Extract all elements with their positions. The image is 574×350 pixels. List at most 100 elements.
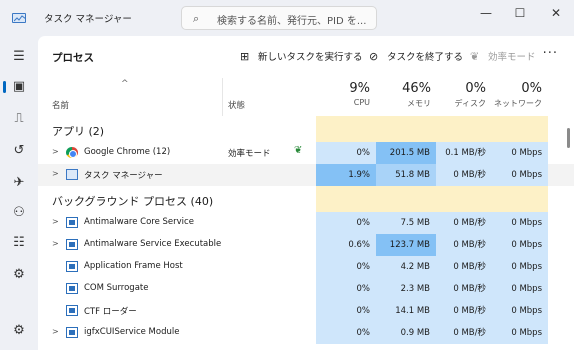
- processes-icon[interactable]: ▣: [3, 74, 32, 100]
- process-name: igfxCUIService Module: [84, 327, 180, 337]
- heat-cell: [316, 116, 376, 142]
- disk-cell: 0 MB/秒: [436, 234, 492, 256]
- hamburger-menu-icon[interactable]: ☰: [6, 44, 32, 70]
- memory-cell: 2.3 MB: [376, 278, 436, 300]
- table-row[interactable]: Application Frame Host 0% 4.2 MB 0 MB/秒 …: [38, 256, 574, 278]
- cpu-cell: 0%: [316, 322, 376, 344]
- group-title: バックグラウンド プロセス (40): [52, 195, 214, 208]
- search-box[interactable]: ⌕ 検索する名前、発行元、PID を...: [181, 6, 377, 30]
- task-manager-icon: [66, 169, 78, 180]
- network-cell: 0 Mbps: [492, 256, 548, 278]
- network-cell: 0 Mbps: [492, 234, 548, 256]
- group-apps[interactable]: アプリ (2): [38, 116, 574, 142]
- expand-chevron-icon[interactable]: >: [52, 147, 59, 156]
- chrome-icon: [66, 147, 78, 158]
- table-row[interactable]: > igfxCUIService Module 0% 0.9 MB 0 MB/秒…: [38, 322, 574, 344]
- new-task-button[interactable]: ⊞ 新しいタスクを実行する: [240, 49, 363, 63]
- network-cell: 0 Mbps: [492, 322, 548, 344]
- process-list: アプリ (2) > Google Chrome (12) 効率モード ❦ 0% …: [38, 116, 574, 344]
- minimize-button[interactable]: —: [468, 0, 504, 28]
- network-cell: 0 Mbps: [492, 164, 548, 186]
- memory-cell: 123.7 MB: [376, 234, 436, 256]
- process-name: タスク マネージャー: [84, 171, 163, 181]
- expand-chevron-icon[interactable]: >: [52, 169, 59, 178]
- column-memory[interactable]: 46% メモリ: [376, 81, 431, 109]
- memory-cell: 0.9 MB: [376, 322, 436, 344]
- end-task-icon: ⊘: [369, 50, 379, 63]
- cpu-cell: 0%: [316, 256, 376, 278]
- service-window-icon: [66, 261, 78, 272]
- table-row[interactable]: COM Surrogate 0% 2.3 MB 0 MB/秒 0 Mbps: [38, 278, 574, 300]
- memory-cell: 51.8 MB: [376, 164, 436, 186]
- process-status: 効率モード: [228, 149, 271, 159]
- service-window-icon: [66, 327, 78, 338]
- table-row[interactable]: CTF ローダー 0% 14.1 MB 0 MB/秒 0 Mbps: [38, 300, 574, 322]
- cpu-cell: 0%: [316, 142, 376, 164]
- table-row[interactable]: > タスク マネージャー 1.9% 51.8 MB 0 MB/秒 0 Mbps: [38, 164, 574, 186]
- column-header: ^ 名前 状態 9% CPU 46% メモリ 0% ディスク 0% ネットワーク: [38, 78, 574, 116]
- disk-cell: 0 MB/秒: [436, 212, 492, 234]
- more-options-button[interactable]: ···: [543, 46, 558, 61]
- details-icon[interactable]: ☷: [6, 230, 32, 256]
- services-icon[interactable]: ⚙: [6, 262, 32, 288]
- process-name: Google Chrome (12): [84, 147, 171, 157]
- column-divider: [222, 78, 223, 116]
- expand-chevron-icon[interactable]: >: [52, 217, 59, 226]
- table-row[interactable]: > Antimalware Core Service 0% 7.5 MB 0 M…: [38, 212, 574, 234]
- memory-cell: 14.1 MB: [376, 300, 436, 322]
- toolbar: プロセス ⊞ 新しいタスクを実行する ⊘ タスクを終了する ❦ 効率モード ···: [38, 36, 574, 78]
- close-button[interactable]: ✕: [538, 0, 574, 28]
- network-cell: 0 Mbps: [492, 278, 548, 300]
- service-window-icon: [66, 239, 78, 250]
- heat-cell: [376, 116, 436, 142]
- process-name: COM Surrogate: [84, 283, 149, 293]
- disk-cell: 0 MB/秒: [436, 164, 492, 186]
- process-name: Antimalware Core Service: [84, 217, 194, 227]
- app-title: タスク マネージャー: [44, 14, 132, 25]
- settings-icon[interactable]: ⚙: [6, 318, 32, 344]
- memory-cell: 7.5 MB: [376, 212, 436, 234]
- disk-cell: 0 MB/秒: [436, 278, 492, 300]
- performance-icon[interactable]: ⎍: [6, 106, 32, 132]
- column-disk[interactable]: 0% ディスク: [436, 81, 486, 109]
- heat-cell: [316, 186, 376, 212]
- disk-cell: 0 MB/秒: [436, 300, 492, 322]
- history-icon[interactable]: ↺: [6, 138, 32, 164]
- search-placeholder[interactable]: 検索する名前、発行元、PID を...: [217, 12, 366, 27]
- processes-page: プロセス ⊞ 新しいタスクを実行する ⊘ タスクを終了する ❦ 効率モード ··· ^…: [38, 36, 574, 350]
- vertical-scrollbar[interactable]: [567, 128, 570, 148]
- heat-cell: [436, 116, 492, 142]
- column-name[interactable]: 名前: [52, 99, 69, 111]
- disk-cell: 0 MB/秒: [436, 322, 492, 344]
- startup-icon[interactable]: ✈: [6, 170, 32, 196]
- group-title: アプリ (2): [52, 125, 105, 138]
- sort-arrow-icon: ^: [121, 79, 129, 89]
- new-task-icon: ⊞: [240, 50, 250, 63]
- title-bar: タスク マネージャー ⌕ 検索する名前、発行元、PID を... — ☐ ✕: [0, 0, 574, 36]
- table-row[interactable]: > Google Chrome (12) 効率モード ❦ 0% 201.5 MB…: [38, 142, 574, 164]
- cpu-cell: 0%: [316, 212, 376, 234]
- expand-chevron-icon[interactable]: >: [52, 239, 59, 248]
- cpu-cell: 0%: [316, 278, 376, 300]
- process-name: CTF ローダー: [84, 307, 137, 317]
- service-window-icon: [66, 283, 78, 294]
- column-status[interactable]: 状態: [228, 99, 245, 111]
- leaf-icon: ❦: [470, 50, 480, 63]
- sidebar: ☰ ▣ ⎍ ↺ ✈ ⚇ ☷ ⚙ ⚙: [0, 36, 38, 350]
- network-cell: 0 Mbps: [492, 300, 548, 322]
- end-task-button[interactable]: ⊘ タスクを終了する: [369, 49, 463, 63]
- cpu-cell: 0%: [316, 300, 376, 322]
- cpu-cell: 0.6%: [316, 234, 376, 256]
- memory-cell: 201.5 MB: [376, 142, 436, 164]
- expand-chevron-icon[interactable]: >: [52, 327, 59, 336]
- heat-cell: [492, 186, 548, 212]
- maximize-button[interactable]: ☐: [502, 0, 538, 28]
- task-manager-app-icon: [12, 13, 26, 23]
- column-network[interactable]: 0% ネットワーク: [488, 81, 542, 109]
- table-row[interactable]: > Antimalware Service Executable 0.6% 12…: [38, 234, 574, 256]
- users-icon[interactable]: ⚇: [6, 200, 32, 226]
- column-cpu[interactable]: 9% CPU: [316, 81, 370, 107]
- efficiency-mode-button[interactable]: ❦ 効率モード: [470, 49, 536, 63]
- efficiency-leaf-icon: ❦: [294, 145, 303, 156]
- group-background[interactable]: バックグラウンド プロセス (40): [38, 186, 574, 212]
